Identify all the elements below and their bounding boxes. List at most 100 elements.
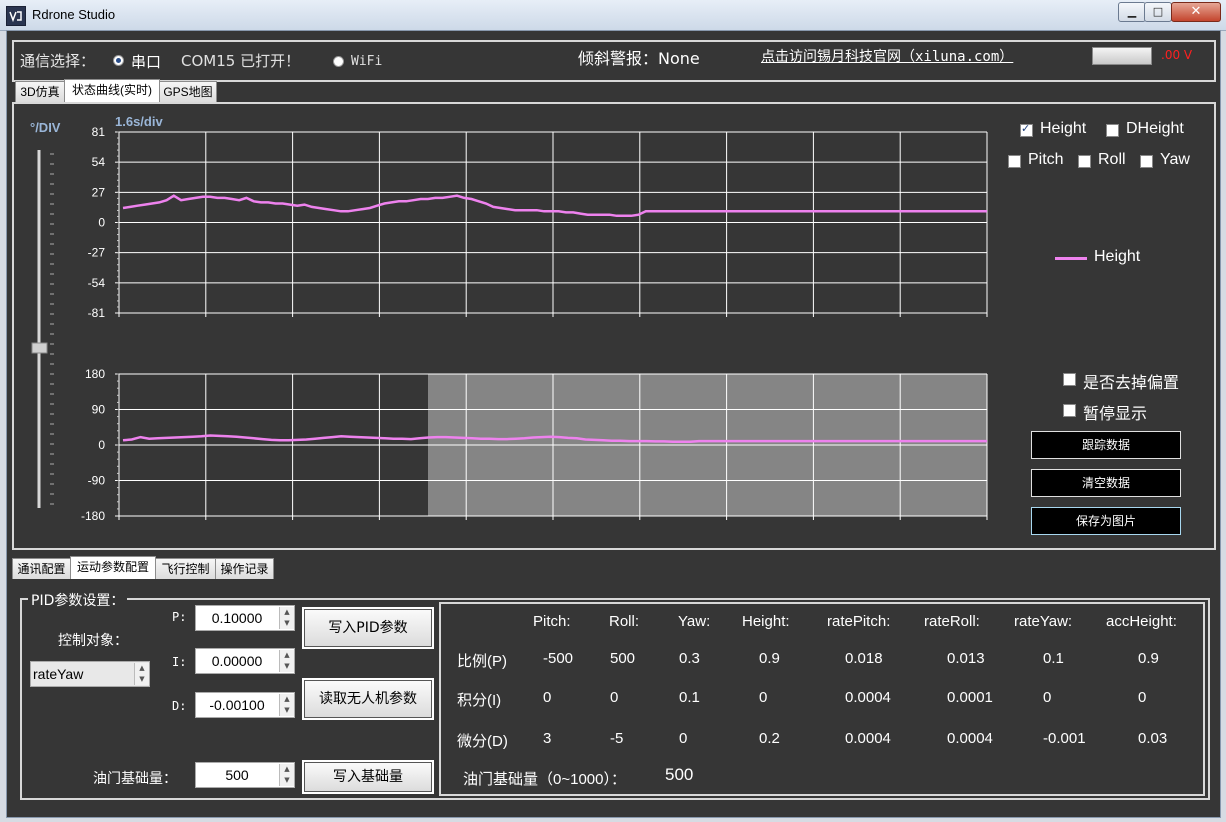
wifi-radio[interactable] — [333, 56, 344, 67]
read-params-button[interactable]: 读取无人机参数 — [302, 678, 434, 720]
pid-settings-legend: PID参数设置： — [28, 590, 128, 610]
table-cell: -5 — [610, 730, 624, 747]
y-tick-label: 90 — [92, 403, 106, 417]
y-tick-label: -27 — [88, 246, 106, 260]
table-cell: 0.013 — [947, 650, 985, 667]
column-header: accHeight: — [1106, 613, 1177, 630]
table-cell: 0.9 — [1138, 650, 1159, 667]
table-cell: 500 — [610, 650, 636, 667]
i-spinbox[interactable]: 0.00000 ▲ ▼ — [195, 648, 295, 674]
voltage-indicator — [1092, 47, 1152, 65]
close-icon: ✕ — [1190, 4, 1202, 19]
i-label: I: — [172, 655, 187, 669]
com-port-status: COM15 已打开！ — [181, 52, 301, 70]
tab-3d-sim[interactable]: 3D仿真 — [15, 81, 65, 102]
throttle-range-label: 油门基础量（0~1000）： — [463, 771, 626, 788]
height-checkbox-label[interactable]: Height — [1040, 120, 1086, 138]
spin-down-icon[interactable]: ▼ — [279, 705, 294, 716]
spin-up-icon[interactable]: ▲ — [279, 650, 294, 661]
clear-data-button[interactable]: 清空数据 — [1031, 469, 1181, 497]
pitch-checkbox-label[interactable]: Pitch — [1028, 151, 1064, 169]
y-tick-label: 180 — [85, 367, 105, 381]
table-cell: 0.2 — [759, 730, 780, 747]
spin-up-icon[interactable]: ▲ — [279, 764, 294, 775]
track-data-button[interactable]: 跟踪数据 — [1031, 431, 1181, 459]
spin-down-icon[interactable]: ▼ — [279, 775, 294, 786]
column-header: Pitch: — [533, 613, 571, 630]
column-header: Roll: — [609, 613, 640, 630]
control-target-select[interactable]: rateYaw ▲ ▼ — [30, 661, 150, 687]
yaw-checkbox[interactable] — [1140, 155, 1153, 168]
i-value: 0.00000 — [211, 653, 263, 669]
spin-up-icon[interactable]: ▲ — [279, 607, 294, 618]
table-cell: 0 — [610, 689, 619, 706]
dheight-checkbox[interactable] — [1106, 124, 1119, 137]
pause-display-label[interactable]: 暂停显示 — [1083, 400, 1147, 424]
table-cell: 0.0004 — [947, 730, 993, 747]
website-link[interactable]: 点击访问锡月科技官网（xiluna.com） — [761, 46, 1013, 66]
table-cell: -0.001 — [1043, 730, 1086, 747]
table-cell: 0 — [1138, 689, 1147, 706]
chart-area: °/DIV 1.6s/div 81 54 27 0 -27 -54 -81 180 90 0 -90 -1… — [30, 114, 988, 523]
table-cell: 0.0001 — [947, 689, 993, 706]
wifi-radio-label[interactable]: WiFi — [351, 54, 382, 69]
maximize-icon: □ — [1152, 5, 1164, 18]
select-up-icon[interactable]: ▲ — [134, 663, 149, 674]
control-target-value: rateYaw — [33, 666, 84, 682]
tab-gps-map[interactable]: GPS地图 — [159, 81, 217, 102]
column-header: ratePitch: — [827, 613, 891, 630]
table-cell: 0.018 — [845, 650, 883, 667]
column-header: rateRoll: — [924, 613, 980, 630]
throttle-label: 油门基础量： — [93, 771, 177, 787]
control-target-label: 控制对象： — [58, 633, 128, 649]
time-per-div-label: 1.6s/div — [115, 114, 163, 129]
table-cell: 3 — [543, 730, 552, 747]
select-down-icon[interactable]: ▼ — [134, 674, 149, 685]
throttle-value: 500 — [225, 767, 249, 783]
d-value: -0.00100 — [209, 697, 265, 713]
p-label: P: — [172, 610, 187, 624]
minimize-icon: ▁ — [1127, 5, 1137, 18]
tab-motion-params[interactable]: 运动参数配置 — [70, 556, 156, 579]
save-image-button[interactable]: 保存为图片 — [1031, 507, 1181, 535]
voltage-readout: .00 V — [1161, 48, 1193, 62]
y-tick-label: -54 — [88, 276, 106, 290]
spin-down-icon[interactable]: ▼ — [279, 618, 294, 629]
d-label: D: — [172, 699, 187, 713]
spin-down-icon[interactable]: ▼ — [279, 661, 294, 672]
window-title: Rdrone Studio — [32, 7, 116, 22]
dheight-checkbox-label[interactable]: DHeight — [1126, 120, 1184, 138]
remove-offset-checkbox[interactable] — [1063, 373, 1076, 386]
tilt-alarm-status: 倾斜警报：None — [578, 49, 700, 68]
maximize-button[interactable]: □ — [1144, 2, 1172, 22]
throttle-spinbox[interactable]: 500 ▲ ▼ — [195, 762, 295, 788]
y-tick-label: -90 — [88, 474, 106, 488]
roll-checkbox[interactable] — [1078, 155, 1091, 168]
write-pid-button[interactable]: 写入PID参数 — [302, 607, 434, 649]
y-tick-label: 54 — [92, 155, 106, 169]
roll-checkbox-label[interactable]: Roll — [1098, 151, 1126, 169]
height-checkbox[interactable] — [1020, 122, 1033, 137]
yaw-checkbox-label[interactable]: Yaw — [1160, 151, 1190, 169]
tab-state-curve[interactable]: 状态曲线(实时) — [64, 79, 160, 102]
table-cell: 0.3 — [679, 650, 700, 667]
remove-offset-label[interactable]: 是否去掉偏置 — [1083, 369, 1179, 393]
p-spinbox[interactable]: 0.10000 ▲ ▼ — [195, 605, 295, 631]
table-cell: 0 — [759, 689, 768, 706]
serial-radio[interactable] — [113, 55, 124, 66]
tab-operation-log[interactable]: 操作记录 — [215, 558, 274, 579]
row-label-p: 比例(P) — [457, 653, 507, 670]
d-spinbox[interactable]: -0.00100 ▲ ▼ — [195, 692, 295, 718]
y-tick-label: -180 — [81, 509, 105, 523]
write-throttle-button[interactable]: 写入基础量 — [302, 760, 434, 794]
serial-radio-label[interactable]: 串口 — [131, 51, 161, 72]
close-button[interactable]: ✕ — [1171, 2, 1221, 22]
column-header: rateYaw: — [1014, 613, 1073, 630]
tab-flight-control[interactable]: 飞行控制 — [155, 558, 216, 579]
pause-display-checkbox[interactable] — [1063, 404, 1076, 417]
spin-up-icon[interactable]: ▲ — [279, 694, 294, 705]
title-bar — [0, 0, 1226, 31]
tab-comm-config[interactable]: 通讯配置 — [12, 558, 71, 579]
pitch-checkbox[interactable] — [1008, 155, 1021, 168]
minimize-button[interactable]: ▁ — [1118, 2, 1146, 22]
